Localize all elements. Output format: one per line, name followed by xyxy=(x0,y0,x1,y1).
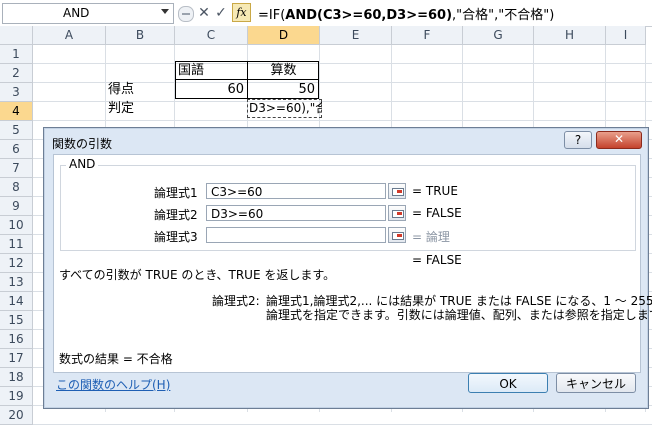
column-header-f[interactable]: F xyxy=(392,26,463,45)
row-header-9[interactable]: 9 xyxy=(0,197,33,216)
arg2-result: = FALSE xyxy=(412,206,462,220)
score-table-divider xyxy=(247,61,248,99)
ok-button[interactable]: OK xyxy=(468,373,548,393)
cell-b4[interactable]: 判定 xyxy=(106,99,175,118)
overall-result: = FALSE xyxy=(412,253,462,267)
column-header-g[interactable]: G xyxy=(463,26,534,45)
arg3-label: 論理式3 xyxy=(154,230,198,244)
row-header-7[interactable]: 7 xyxy=(0,159,33,178)
column-header-c[interactable]: C xyxy=(175,26,248,45)
row-header-17[interactable]: 17 xyxy=(0,349,33,368)
row-header-1[interactable]: 1 xyxy=(0,45,33,64)
arg2-input[interactable]: D3>=60 xyxy=(206,205,386,221)
row-header-14[interactable]: 14 xyxy=(0,292,33,311)
cancel-entry-icon[interactable]: ✕ xyxy=(196,4,212,22)
formula-result: 数式の結果 = 不合格 xyxy=(59,352,173,366)
row-header-18[interactable]: 18 xyxy=(0,368,33,387)
cancel-button[interactable]: キャンセル xyxy=(556,373,636,393)
row-header-6[interactable]: 6 xyxy=(0,140,33,159)
dialog-panel: AND 論理式1 C3>=60 = TRUE 論理式2 D3>=60 = FAL… xyxy=(53,154,652,373)
confirm-entry-icon[interactable]: ✓ xyxy=(213,4,229,22)
help-icon[interactable]: ? xyxy=(564,131,592,149)
formula-bar: AND ✕ ✓ fx =IF(AND(C3>=60,D3>=60),"合格","… xyxy=(0,0,652,27)
row-header-19[interactable]: 19 xyxy=(0,387,33,406)
select-all-corner[interactable] xyxy=(0,26,33,45)
row-header-11[interactable]: 11 xyxy=(0,235,33,254)
collapse-dialog-icon[interactable] xyxy=(388,205,406,221)
formula-prefix: =IF( xyxy=(258,8,286,23)
function-name: AND xyxy=(66,157,99,171)
column-header-e[interactable]: E xyxy=(320,26,392,45)
function-arguments-dialog: 関数の引数 ? ✕ AND 論理式1 C3>=60 = TRUE 論理式2 D3… xyxy=(43,127,652,409)
formula-suffix: ,"合格","不合格") xyxy=(452,8,555,23)
gridline xyxy=(33,120,652,121)
row-header-13[interactable]: 13 xyxy=(0,273,33,292)
column-header-d[interactable]: D xyxy=(248,26,320,45)
row-header-15[interactable]: 15 xyxy=(0,311,33,330)
formula-input[interactable]: =IF(AND(C3>=60,D3>=60),"合格","不合格") xyxy=(258,4,554,23)
column-header-i[interactable]: I xyxy=(606,26,646,45)
row-header-10[interactable]: 10 xyxy=(0,216,33,235)
score-table-divider xyxy=(175,79,319,80)
gridline xyxy=(33,63,652,64)
cell-b3[interactable]: 得点 xyxy=(106,80,175,99)
arg-description-line-2: 論理式を指定できます。引数には論理値、配列、または参照を指定します。 xyxy=(266,308,652,322)
row-header-8[interactable]: 8 xyxy=(0,178,33,197)
active-cell-d4[interactable] xyxy=(247,99,322,118)
row-header-5[interactable]: 5 xyxy=(0,121,33,140)
column-header-a[interactable]: A xyxy=(33,26,106,45)
function-description: すべての引数が TRUE のとき、TRUE を返します。 xyxy=(59,268,336,282)
collapse-dialog-icon[interactable] xyxy=(388,183,406,199)
row-header-16[interactable]: 16 xyxy=(0,330,33,349)
row-header-12[interactable]: 12 xyxy=(0,254,33,273)
row-header-2[interactable]: 2 xyxy=(0,64,33,83)
formula-active-function: AND(C3>=60,D3>=60) xyxy=(285,8,453,23)
column-header-h[interactable]: H xyxy=(534,26,606,45)
name-box[interactable]: AND xyxy=(2,3,174,24)
arg2-label: 論理式2 xyxy=(154,208,198,222)
arg3-input[interactable] xyxy=(206,227,386,243)
arg3-result: = 論理 xyxy=(412,230,450,244)
close-icon[interactable]: ✕ xyxy=(596,131,642,149)
arg1-input[interactable]: C3>=60 xyxy=(206,183,386,199)
name-box-value: AND xyxy=(63,6,90,20)
column-header-b[interactable]: B xyxy=(106,26,175,45)
arg1-label: 論理式1 xyxy=(154,186,198,200)
insert-function-icon[interactable]: fx xyxy=(232,3,251,22)
arg-description-label: 論理式2: xyxy=(212,294,260,308)
function-help-link[interactable]: この関数のヘルプ(H) xyxy=(56,376,170,393)
row-header-4[interactable]: 4 xyxy=(0,102,33,121)
row-header-3[interactable]: 3 xyxy=(0,83,33,102)
formula-bar-handle-icon[interactable] xyxy=(178,6,194,22)
collapse-dialog-icon[interactable] xyxy=(388,227,406,243)
chevron-down-icon[interactable] xyxy=(161,9,169,14)
dialog-title: 関数の引数 xyxy=(52,137,113,151)
row-header-20[interactable]: 20 xyxy=(0,406,33,425)
arg1-result: = TRUE xyxy=(412,184,458,198)
